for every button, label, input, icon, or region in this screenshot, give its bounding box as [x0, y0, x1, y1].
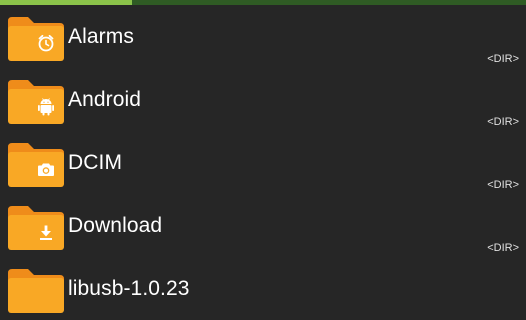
- folder-icon: [8, 206, 64, 250]
- file-size: <DIR>: [487, 179, 519, 191]
- folder-icon: [8, 80, 64, 124]
- file-name: Alarms: [68, 25, 134, 48]
- file-list: Alarms <DIR> Android <DIR> DCIM <DIR> Do…: [0, 5, 526, 320]
- folder-icon: [8, 143, 64, 187]
- list-item[interactable]: Android <DIR>: [0, 68, 526, 131]
- folder-icon: [8, 269, 64, 313]
- list-item[interactable]: Download <DIR>: [0, 194, 526, 257]
- file-size: <DIR>: [487, 53, 519, 65]
- file-size: <DIR>: [487, 242, 519, 254]
- file-name: Download: [68, 214, 163, 237]
- file-size: <DIR>: [487, 116, 519, 128]
- list-item[interactable]: libusb-1.0.23: [0, 257, 526, 320]
- list-item[interactable]: Alarms <DIR>: [0, 5, 526, 68]
- list-item[interactable]: DCIM <DIR>: [0, 131, 526, 194]
- file-name: libusb-1.0.23: [68, 277, 190, 300]
- file-name: Android: [68, 88, 142, 111]
- file-name: DCIM: [68, 151, 123, 174]
- folder-icon: [8, 17, 64, 61]
